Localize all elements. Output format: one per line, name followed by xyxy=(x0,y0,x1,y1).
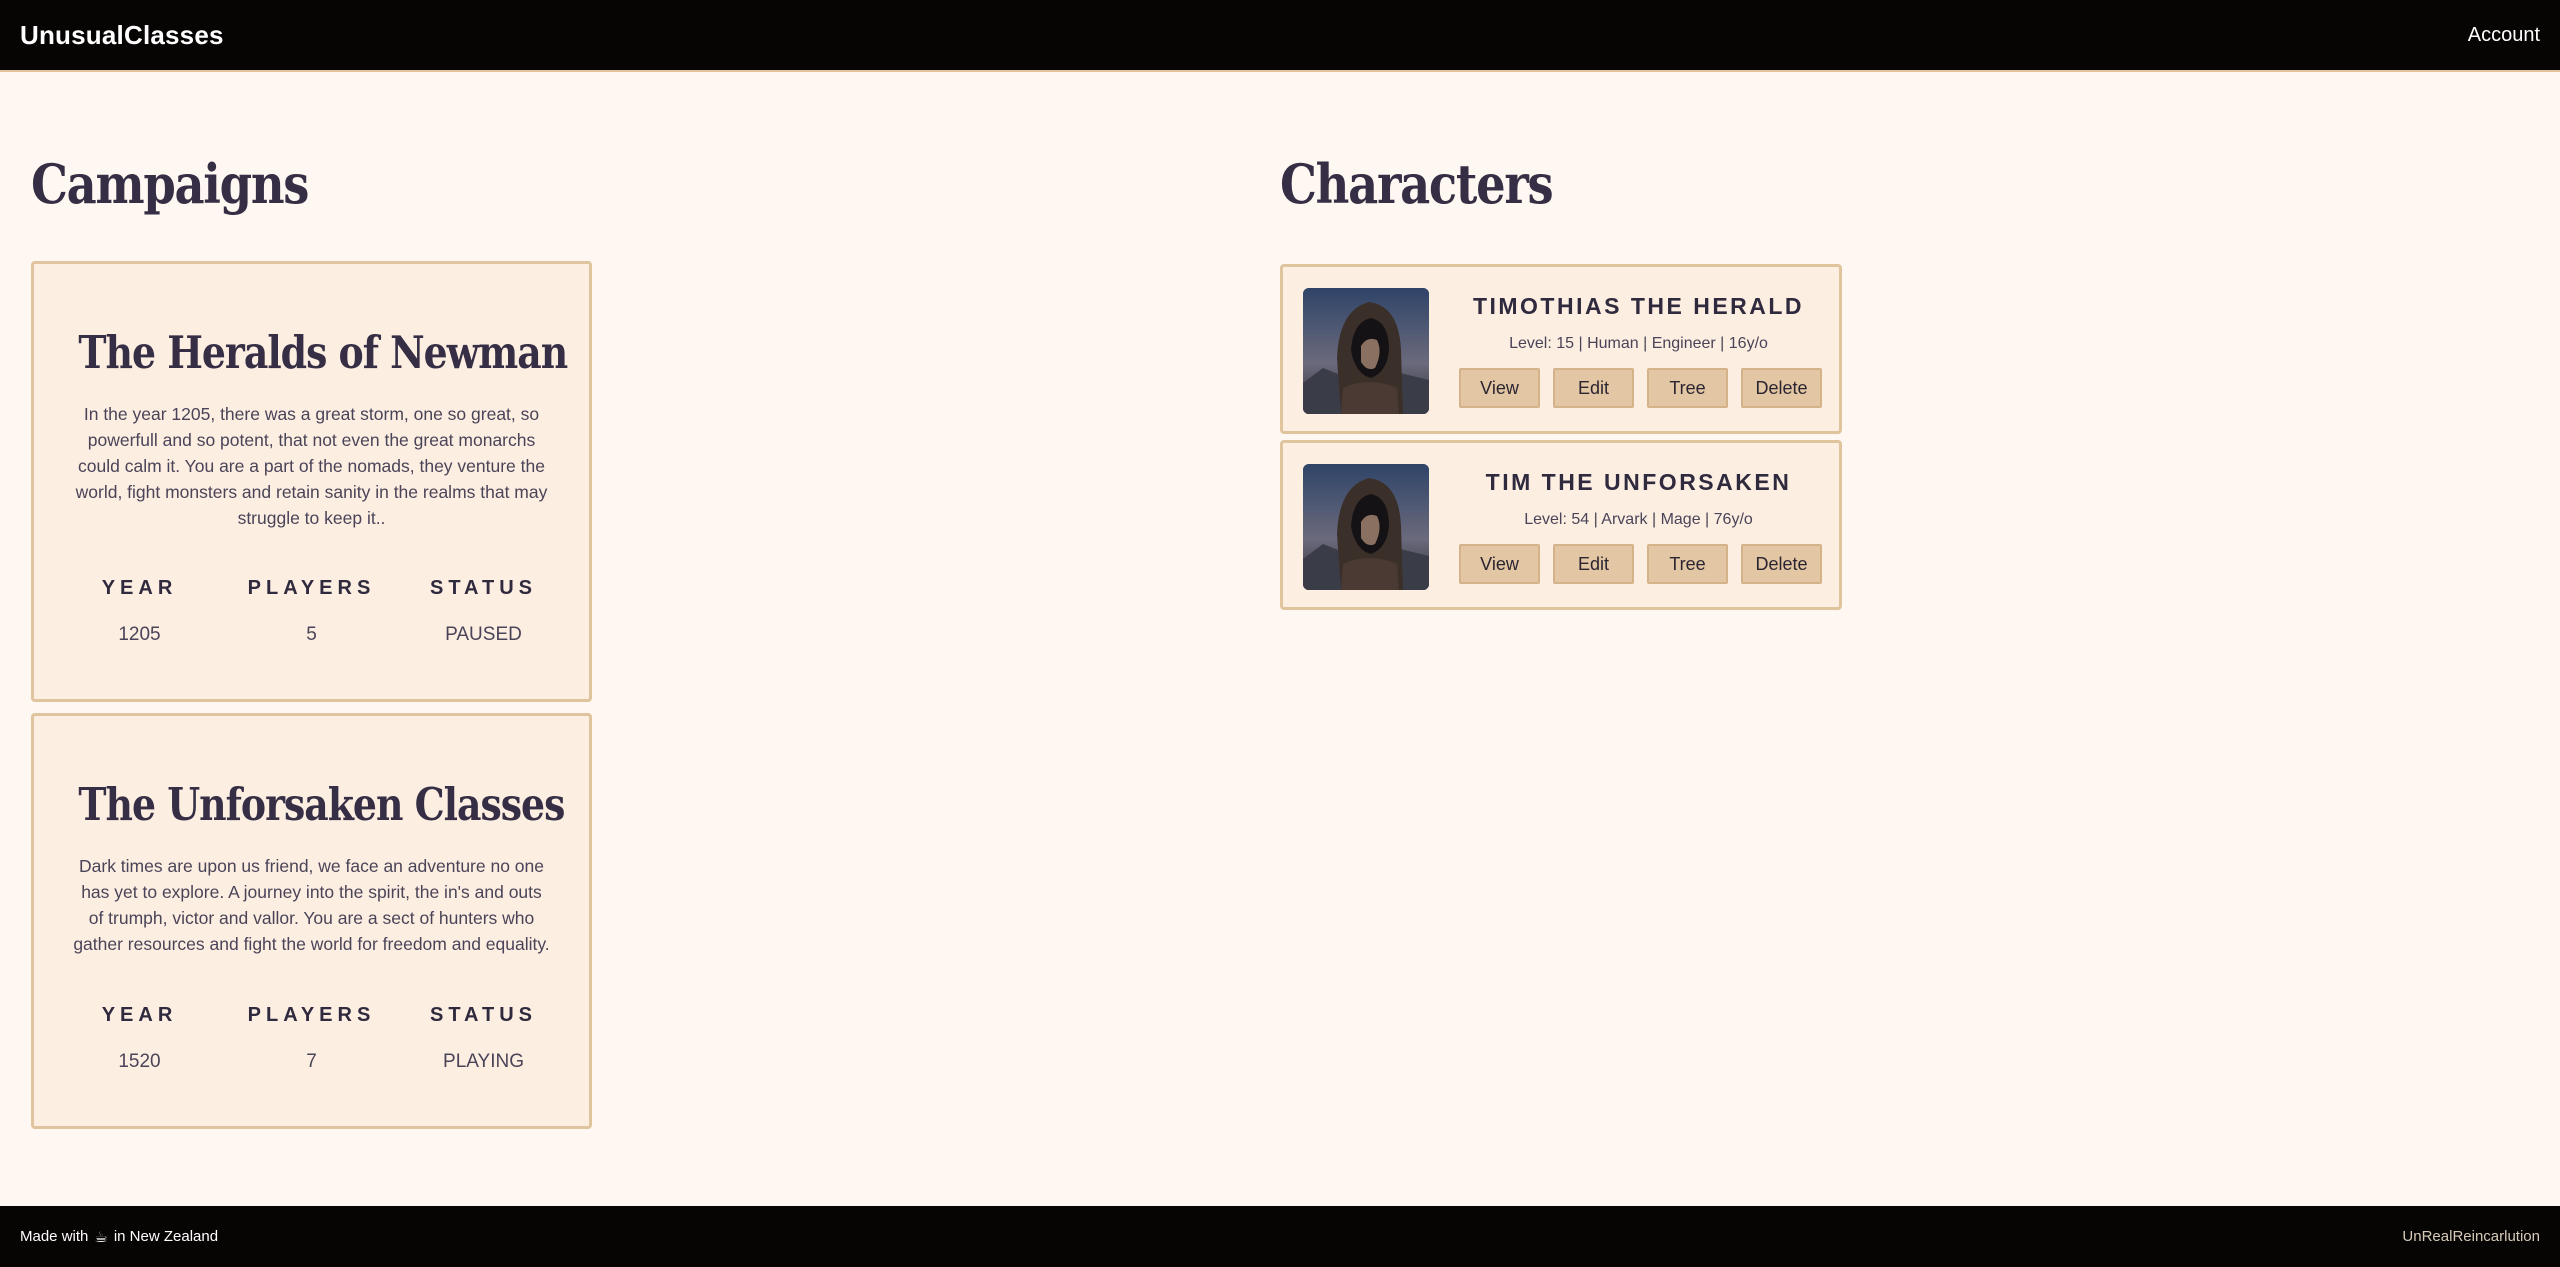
stat-status: STATUS PLAYING xyxy=(398,1004,570,1073)
character-meta: Level: 54 | Arvark | Mage | 76y/o xyxy=(1524,511,1753,528)
stat-status-label: STATUS xyxy=(429,1004,538,1026)
character-name: TIM THE UNFORSAKEN xyxy=(1485,469,1792,495)
character-portrait xyxy=(1303,464,1429,590)
stat-year-value: 1520 xyxy=(118,1051,161,1072)
coffee-icon: ☕ xyxy=(94,1228,108,1246)
campaign-card[interactable]: The Unforsaken Classes Dark times are up… xyxy=(31,713,592,1129)
credit-link[interactable]: UnRealReincarlution xyxy=(2402,1228,2540,1245)
stat-players-value: 7 xyxy=(306,1051,317,1072)
stat-year: YEAR 1205 xyxy=(54,577,226,646)
campaign-stats: YEAR 1520 PLAYERS 7 STATUS PLAYING xyxy=(34,1004,589,1073)
stat-year: YEAR 1520 xyxy=(54,1004,226,1073)
campaign-description: In the year 1205, there was a great stor… xyxy=(75,404,548,528)
made-with-label: Made with xyxy=(20,1228,89,1245)
delete-button[interactable]: Delete xyxy=(1741,368,1822,408)
stat-players-value: 5 xyxy=(306,624,317,645)
campaign-description: Dark times are upon us friend, we face a… xyxy=(73,856,550,954)
character-name: TIMOTHIAS THE HERALD xyxy=(1472,293,1805,319)
campaign-stats: YEAR 1205 PLAYERS 5 STATUS PAUSED xyxy=(34,577,589,646)
character-actions: View Edit Tree Delete xyxy=(1459,368,1822,408)
stat-players: PLAYERS 7 xyxy=(226,1004,398,1073)
campaign-card[interactable]: The Heralds of Newman In the year 1205, … xyxy=(31,261,592,702)
characters-heading: Characters xyxy=(1280,152,1554,216)
tree-button[interactable]: Tree xyxy=(1647,368,1728,408)
stat-status-label: STATUS xyxy=(429,577,538,599)
stat-year-value: 1205 xyxy=(118,624,161,645)
brand-logo[interactable]: UnusualClasses xyxy=(20,20,224,51)
footer: Made with ☕ in New Zealand UnRealReincar… xyxy=(0,1206,2560,1267)
edit-button[interactable]: Edit xyxy=(1553,368,1634,408)
campaign-name: The Heralds of Newman xyxy=(78,326,568,379)
character-card: TIM THE UNFORSAKEN Level: 54 | Arvark | … xyxy=(1280,440,1842,610)
stat-status-value: PLAYING xyxy=(443,1051,524,1072)
location-label: in New Zealand xyxy=(113,1228,219,1245)
top-navbar: UnusualClasses Account xyxy=(0,0,2560,72)
character-card: TIMOTHIAS THE HERALD Level: 15 | Human |… xyxy=(1280,264,1842,434)
stat-players: PLAYERS 5 xyxy=(226,577,398,646)
stat-players-label: PLAYERS xyxy=(247,1004,376,1026)
stat-players-label: PLAYERS xyxy=(247,577,376,599)
stat-year-label: YEAR xyxy=(101,577,178,599)
made-with: Made with ☕ in New Zealand xyxy=(20,1228,218,1246)
campaigns-heading: Campaigns xyxy=(31,152,309,216)
view-button[interactable]: View xyxy=(1459,544,1540,584)
campaign-name: The Unforsaken Classes xyxy=(78,778,565,831)
stat-status: STATUS PAUSED xyxy=(398,577,570,646)
view-button[interactable]: View xyxy=(1459,368,1540,408)
edit-button[interactable]: Edit xyxy=(1553,544,1634,584)
stat-status-value: PAUSED xyxy=(445,624,522,645)
character-actions: View Edit Tree Delete xyxy=(1459,544,1822,584)
tree-button[interactable]: Tree xyxy=(1647,544,1728,584)
account-link[interactable]: Account xyxy=(2468,24,2540,47)
delete-button[interactable]: Delete xyxy=(1741,544,1822,584)
character-meta: Level: 15 | Human | Engineer | 16y/o xyxy=(1509,335,1768,352)
stat-year-label: YEAR xyxy=(101,1004,178,1026)
character-portrait xyxy=(1303,288,1429,414)
